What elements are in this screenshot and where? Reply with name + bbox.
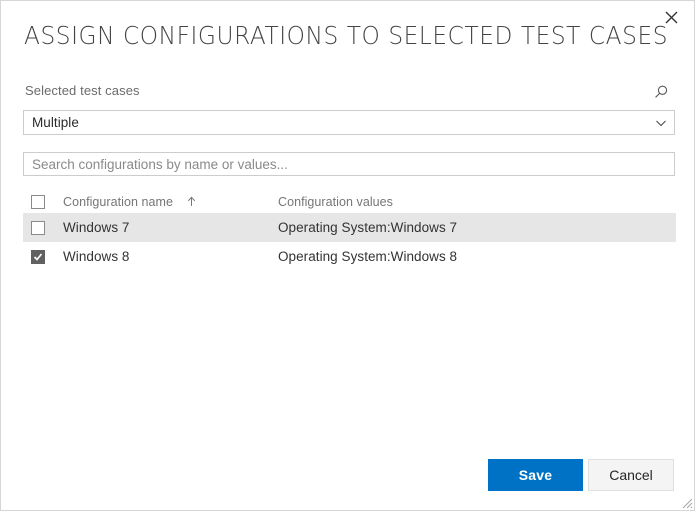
row-configuration-name: Windows 7 bbox=[63, 220, 278, 235]
select-all-checkbox-cell bbox=[23, 195, 63, 209]
assign-configurations-dialog: ASSIGN CONFIGURATIONS TO SELECTED TEST C… bbox=[0, 0, 695, 511]
column-header-configuration-name[interactable]: Configuration name bbox=[63, 195, 278, 209]
row-checkbox-cell bbox=[23, 250, 63, 264]
chevron-down-icon bbox=[648, 117, 674, 129]
sort-ascending-icon bbox=[180, 196, 197, 207]
search-configurations-input[interactable] bbox=[23, 152, 675, 176]
grid-header-row: Configuration name Configuration values bbox=[23, 190, 676, 213]
row-checkbox-cell bbox=[23, 221, 63, 235]
row-configuration-values: Operating System:Windows 8 bbox=[278, 249, 676, 264]
row-checkbox[interactable] bbox=[31, 250, 45, 264]
row-configuration-values: Operating System:Windows 7 bbox=[278, 220, 676, 235]
table-row[interactable]: Windows 7 Operating System:Windows 7 bbox=[23, 213, 676, 242]
row-configuration-name: Windows 8 bbox=[63, 249, 278, 264]
configurations-grid: Configuration name Configuration values … bbox=[23, 190, 676, 271]
search-icon[interactable] bbox=[650, 81, 672, 103]
cancel-button[interactable]: Cancel bbox=[588, 459, 674, 491]
save-button[interactable]: Save bbox=[488, 459, 583, 491]
selected-test-cases-label: Selected test cases bbox=[25, 83, 140, 98]
column-header-configuration-name-label: Configuration name bbox=[63, 195, 173, 209]
row-checkbox[interactable] bbox=[31, 221, 45, 235]
select-all-checkbox[interactable] bbox=[31, 195, 45, 209]
dropdown-selected-value: Multiple bbox=[24, 115, 648, 130]
page-title: ASSIGN CONFIGURATIONS TO SELECTED TEST C… bbox=[24, 21, 668, 50]
selected-test-cases-dropdown[interactable]: Multiple bbox=[23, 110, 675, 135]
column-header-configuration-values[interactable]: Configuration values bbox=[278, 195, 676, 209]
table-row[interactable]: Windows 8 Operating System:Windows 8 bbox=[23, 242, 676, 271]
resize-grip[interactable] bbox=[679, 495, 693, 509]
